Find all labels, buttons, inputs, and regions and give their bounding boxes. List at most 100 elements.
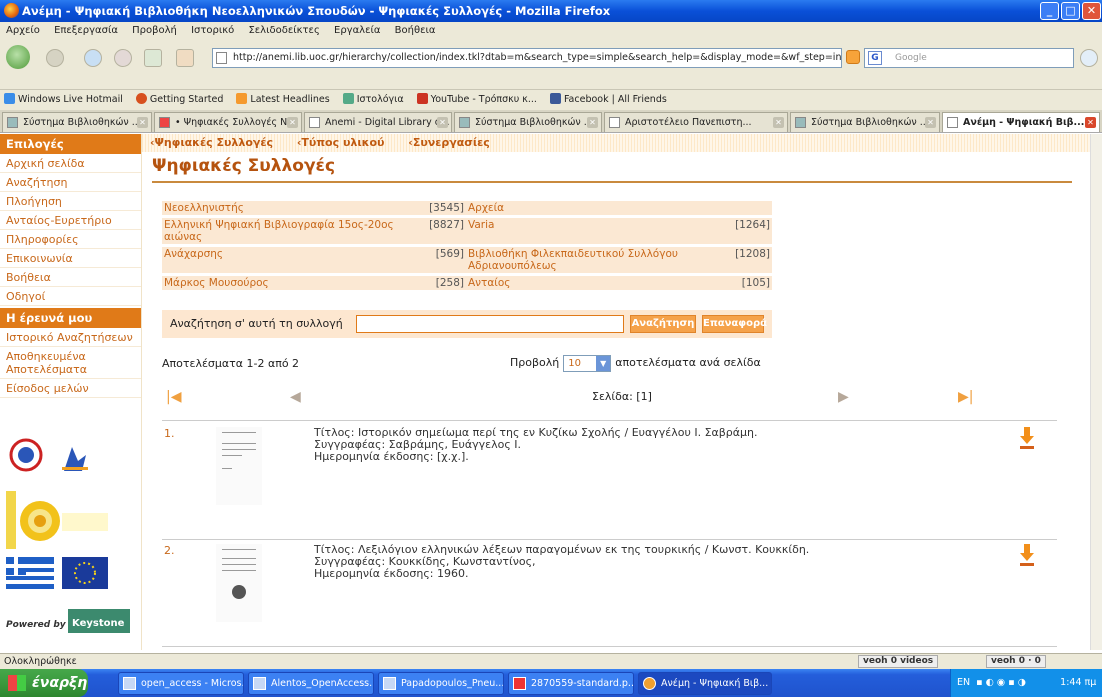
info-society-logo — [9, 438, 43, 472]
magnifier-icon[interactable] — [1080, 49, 1098, 67]
collection-link[interactable]: Μάρκος Μουσούρος — [162, 273, 422, 290]
divider — [162, 420, 1057, 421]
tab-close-icon[interactable]: ✕ — [437, 117, 448, 128]
rss-bookmark-icon — [236, 93, 248, 104]
sidebar-item-help[interactable]: Βοήθεια — [0, 268, 141, 287]
search-reset-button[interactable]: Επαναφορά — [702, 315, 767, 333]
collection-link[interactable]: Αρχεία — [466, 198, 732, 217]
menu-file[interactable]: Αρχείο — [6, 25, 40, 36]
bookmark-hotmail[interactable]: Windows Live Hotmail — [4, 93, 123, 105]
next-page-icon[interactable]: ▶ — [838, 390, 849, 404]
tab-close-icon[interactable]: ✕ — [1085, 117, 1096, 128]
veoh-counter-badge[interactable]: veoh 0 ⋅ 0 — [986, 655, 1046, 668]
vertical-scrollbar[interactable] — [1090, 134, 1102, 650]
taskbar-item[interactable]: Papadopoulos_Pneu... — [378, 672, 504, 695]
collection-count: [258] — [422, 273, 466, 290]
tab-digital-collections[interactable]: • Ψηφιακές Συλλογές Ν... ✕ — [154, 112, 302, 132]
sidebar-item-saved-results[interactable]: Αποθηκευμένα Αποτελέσματα — [0, 347, 141, 379]
tray-icons[interactable]: ▪ ◐ ◉ ▪ ◑ — [973, 669, 1057, 697]
sidebar-item-member-login[interactable]: Είσοδος μελών — [0, 379, 141, 398]
home-icon[interactable] — [176, 49, 194, 67]
firefox-icon — [4, 3, 19, 18]
menu-tools[interactable]: Εργαλεία — [334, 25, 380, 36]
menu-bar: Αρχείο Επεξεργασία Προβολή Ιστορικό Σελι… — [0, 22, 1102, 40]
record-number: 1. — [164, 427, 175, 440]
bookmark-latest-headlines[interactable]: Latest Headlines — [236, 93, 330, 105]
record-thumbnail[interactable] — [216, 544, 262, 622]
menu-bookmarks[interactable]: Σελιδοδείκτες — [248, 25, 319, 36]
page-size-select[interactable]: 10 ▼ — [563, 354, 612, 372]
close-window-button[interactable]: ✕ — [1082, 2, 1101, 20]
page-icon — [216, 52, 227, 64]
previous-page-icon[interactable]: ◀ — [290, 390, 301, 404]
sidebar-item-antaios-index[interactable]: Ανταίος-Ευρετήριο — [0, 211, 141, 230]
rss-icon[interactable] — [846, 50, 860, 64]
first-page-icon[interactable]: |◀ — [166, 390, 181, 404]
search-input[interactable]: G Google — [864, 48, 1074, 68]
collection-count: [1208] — [732, 244, 772, 275]
bookmark-youtube[interactable]: YouTube - Τρόπσκυ κ... — [416, 93, 537, 105]
tab-favicon — [7, 117, 18, 128]
url-bar[interactable]: http://anemi.lib.uoc.gr/hierarchy/collec… — [212, 48, 842, 68]
facebook-icon — [549, 93, 561, 104]
veoh-videos-badge[interactable]: veoh 0 videos — [858, 655, 939, 668]
tab-close-icon[interactable]: ✕ — [925, 117, 936, 128]
sidebar-item-guides[interactable]: Οδηγοί — [0, 287, 141, 306]
tab-library-system-2[interactable]: Σύστημα Βιβλιοθηκών ... ✕ — [454, 112, 602, 132]
reload-icon[interactable] — [84, 49, 102, 67]
sidebar-item-search[interactable]: Αναζήτηση — [0, 173, 141, 192]
collection-link[interactable]: Ανάχαρσης — [162, 244, 422, 275]
collection-link[interactable]: Varia — [466, 215, 732, 246]
sidebar-item-browse[interactable]: Πλοήγηση — [0, 192, 141, 211]
tab-library-system-3[interactable]: Σύστημα Βιβλιοθηκών ... ✕ — [790, 112, 940, 132]
collection-link[interactable]: Ανταίος — [466, 273, 732, 290]
collection-topnav: ‹Ψηφιακές Συλλογές ‹Τύπος υλικού ‹Συνεργ… — [142, 134, 1090, 152]
last-page-icon[interactable]: ▶| — [958, 390, 973, 404]
forward-arrow-icon[interactable] — [46, 49, 64, 67]
tab-close-icon[interactable]: ✕ — [137, 117, 148, 128]
start-button[interactable]: έναρξη — [0, 669, 88, 697]
language-indicator[interactable]: EN — [957, 677, 970, 688]
record-thumbnail[interactable] — [216, 427, 262, 505]
sidebar-item-search-history[interactable]: Ιστορικό Αναζητήσεων — [0, 328, 141, 347]
bookmark-getting-started[interactable]: Getting Started — [135, 93, 223, 105]
maximize-button[interactable]: □ — [1061, 2, 1080, 20]
collection-link[interactable]: Ελληνική Ψηφιακή Βιβλιογραφία 15ος-20ος … — [162, 215, 422, 246]
collection-count: [569] — [422, 244, 466, 275]
sidebar-item-home[interactable]: Αρχική σελίδα — [0, 154, 141, 173]
sidebar-item-contact[interactable]: Επικοινωνία — [0, 249, 141, 268]
tab-close-icon[interactable]: ✕ — [287, 117, 298, 128]
tab-close-icon[interactable]: ✕ — [773, 117, 784, 128]
collection-link[interactable]: Βιβλιοθήκη Φιλεκπαιδευτικού Συλλόγου Αδρ… — [466, 244, 732, 275]
taskbar-item[interactable]: open_access - Micros... — [118, 672, 244, 695]
search-submit-button[interactable]: Αναζήτηση — [630, 315, 696, 333]
taskbar-item-active[interactable]: Ανέμη - Ψηφιακή Βιβ... — [638, 672, 772, 695]
collection-count: [105] — [732, 273, 772, 290]
download-icon[interactable] — [1020, 544, 1034, 566]
tab-library-system-1[interactable]: Σύστημα Βιβλιοθηκών ... ✕ — [2, 112, 152, 132]
tab-anemi-active[interactable]: Ανέμη - Ψηφιακή Βιβ... ✕ — [942, 112, 1100, 132]
collection-link[interactable]: Νεοελληνιστής — [162, 198, 422, 217]
menu-view[interactable]: Προβολή — [132, 25, 177, 36]
topnav-partnerships[interactable]: ‹Συνεργασίες — [408, 136, 500, 149]
back-arrow-icon[interactable] — [6, 45, 30, 69]
bookmark-facebook[interactable]: Facebook | All Friends — [549, 93, 667, 105]
minimize-button[interactable]: _ — [1040, 2, 1059, 20]
topnav-material-type[interactable]: ‹Τύπος υλικού — [297, 136, 395, 149]
taskbar-item[interactable]: Alentos_OpenAccess... — [248, 672, 374, 695]
download-icon[interactable] — [1020, 427, 1034, 449]
topnav-digital-collections[interactable]: ‹Ψηφιακές Συλλογές — [150, 136, 283, 149]
menu-history[interactable]: Ιστορικό — [191, 25, 234, 36]
bookmark-blogs[interactable]: Ιστολόγια — [342, 93, 404, 105]
menu-help[interactable]: Βοήθεια — [395, 25, 436, 36]
tab-close-icon[interactable]: ✕ — [587, 117, 598, 128]
taskbar-item[interactable]: 2870559-standard.p... — [508, 672, 634, 695]
menu-edit[interactable]: Επεξεργασία — [54, 25, 118, 36]
tab-anemi-digital-library[interactable]: Anemi - Digital Library o... ✕ — [304, 112, 452, 132]
sidebar-item-info[interactable]: Πληροφορίες — [0, 230, 141, 249]
tab-aristotle-university[interactable]: Αριστοτέλειο Πανεπιστη... ✕ — [604, 112, 788, 132]
collection-search-input[interactable] — [356, 315, 624, 333]
firefox-icon — [643, 677, 656, 690]
new-tab-icon[interactable] — [144, 49, 162, 67]
stop-icon[interactable] — [114, 49, 132, 67]
